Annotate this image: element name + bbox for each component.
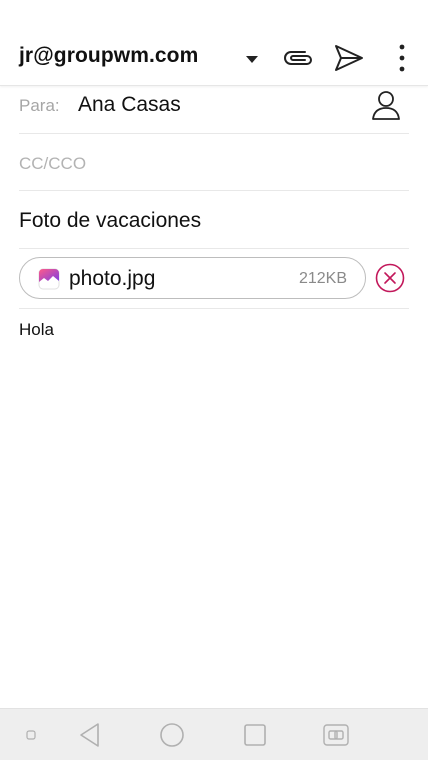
cc-input[interactable]: CC/CCO	[19, 154, 86, 174]
subject-input[interactable]: Foto de vacaciones	[19, 209, 201, 233]
paperclip-icon[interactable]	[281, 45, 315, 71]
attachment-size: 212KB	[298, 270, 347, 287]
send-icon[interactable]	[333, 42, 365, 74]
system-navigation-bar	[0, 708, 428, 760]
subject-field-row[interactable]: Foto de vacaciones	[19, 191, 409, 249]
remove-attachment-icon[interactable]	[375, 263, 405, 293]
contact-picker-icon[interactable]	[371, 89, 401, 121]
caret-down-icon[interactable]	[246, 56, 258, 63]
message-body[interactable]: Hola	[19, 320, 54, 340]
to-field-row[interactable]: Para: Ana Casas	[19, 86, 409, 134]
recents-icon[interactable]	[242, 722, 268, 748]
compose-toolbar: jr@groupwm.com	[0, 0, 428, 86]
to-label: Para:	[19, 96, 60, 115]
cc-field-row[interactable]: CC/CCO	[19, 134, 409, 191]
to-recipient[interactable]: Ana Casas	[78, 93, 181, 117]
from-account[interactable]: jr@groupwm.com	[19, 44, 198, 68]
nav-indicator-icon[interactable]	[26, 730, 36, 740]
image-file-icon	[38, 268, 60, 290]
attachment-row: photo.jpg 212KB	[19, 249, 409, 309]
attachment-name: photo.jpg	[69, 267, 156, 290]
home-icon[interactable]	[159, 722, 185, 748]
compose-screen: jr@groupwm.com Para: Ana Casas CC/CCO Fo…	[0, 0, 428, 760]
attachment-chip[interactable]: photo.jpg 212KB	[19, 257, 366, 299]
dual-window-icon[interactable]	[322, 723, 350, 747]
more-vert-icon[interactable]	[393, 43, 411, 73]
back-icon[interactable]	[77, 722, 103, 748]
